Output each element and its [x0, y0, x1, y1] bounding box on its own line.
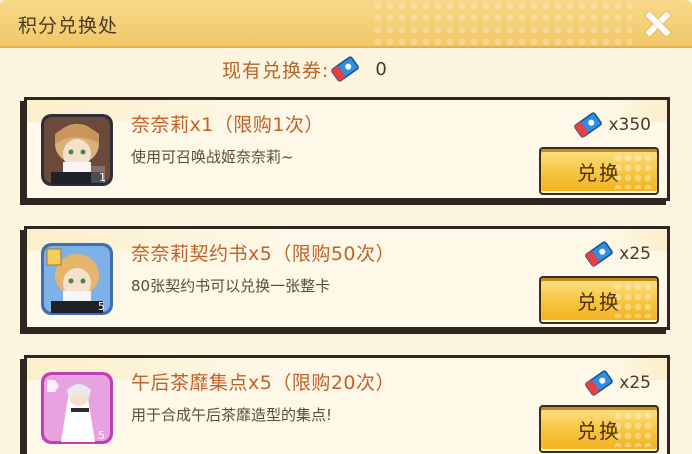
exchange-item: 1 奈奈莉x1（限购1次） 使用可召唤战姬奈奈莉~ x350 兑换 [24, 97, 670, 201]
avatar-badge: 5 [98, 429, 105, 442]
exchange-button[interactable]: 兑换 [539, 147, 659, 195]
exchange-button[interactable]: 兑换 [539, 405, 659, 453]
avatar-badge: 1 [99, 171, 106, 184]
item-cost: x25 [619, 244, 651, 264]
item-name: 奈奈莉x1（限购1次） [131, 114, 324, 136]
item-desc: 用于合成午后茶靡造型的集点! [131, 406, 333, 424]
item-name: 午后茶靡集点x5（限购20次） [131, 372, 396, 394]
exchange-item: 5 午后茶靡集点x5（限购20次） 用于合成午后茶靡造型的集点! x25 兑换 [24, 355, 670, 454]
exchange-panel: 积分兑换处 现有兑换券: 0 1 奈奈莉x1（限购1次） 使用可召唤战姬奈奈莉~… [0, 0, 692, 454]
ticket-icon [583, 239, 615, 269]
item-avatar: 5 [41, 372, 113, 444]
item-cost: x25 [619, 373, 651, 393]
exchange-item: 5 奈奈莉契约书x5（限购50次） 80张契约书可以兑换一张整卡 x25 兑换 [24, 226, 670, 330]
panel-title: 积分兑换处 [18, 15, 119, 37]
item-avatar: 1 [41, 114, 113, 186]
ticket-balance: 现有兑换券: 0 [222, 54, 387, 84]
avatar-badge: 5 [98, 300, 105, 313]
item-price: x25 [583, 368, 651, 398]
item-desc: 80张契约书可以兑换一张整卡 [131, 277, 331, 295]
ticket-icon [572, 110, 604, 140]
exchange-button[interactable]: 兑换 [539, 276, 659, 324]
ticket-icon [583, 368, 615, 398]
item-price: x350 [572, 110, 651, 140]
ticket-icon [329, 54, 361, 84]
close-icon[interactable] [640, 7, 674, 41]
header-bar: 积分兑换处 [0, 0, 692, 48]
balance-value: 0 [375, 58, 387, 80]
item-avatar: 5 [41, 243, 113, 315]
item-desc: 使用可召唤战姬奈奈莉~ [131, 148, 294, 166]
item-price: x25 [583, 239, 651, 269]
balance-label: 现有兑换券: [222, 59, 330, 82]
item-name: 奈奈莉契约书x5（限购50次） [131, 243, 396, 265]
item-cost: x350 [608, 115, 651, 135]
